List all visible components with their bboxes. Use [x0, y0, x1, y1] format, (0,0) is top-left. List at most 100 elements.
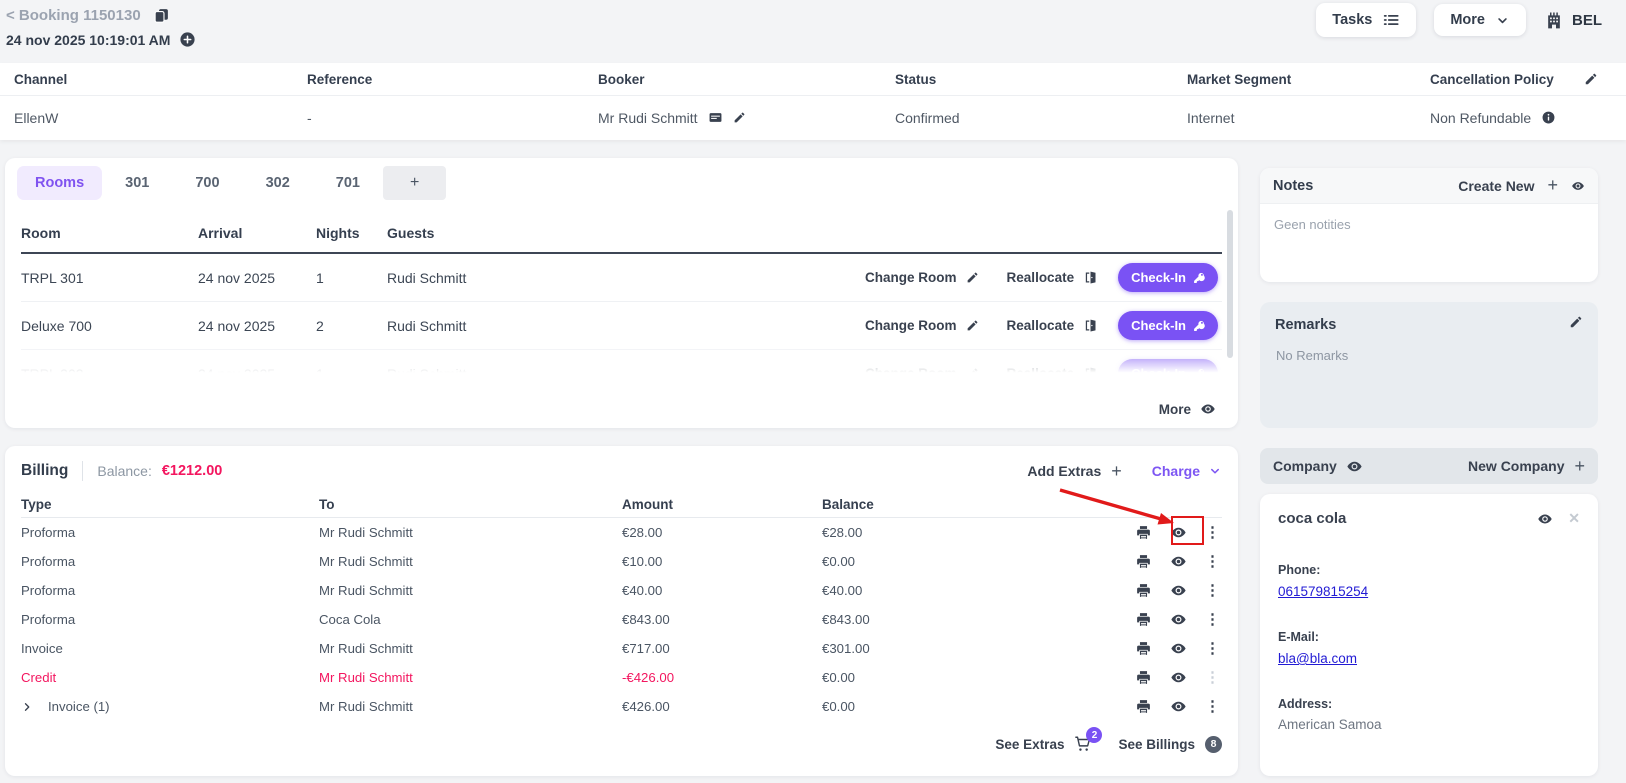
printer-icon[interactable] [1135, 640, 1152, 657]
printer-icon[interactable] [1135, 524, 1152, 541]
billing-to: Mr Rudi Schmitt [319, 525, 413, 540]
eye-icon[interactable] [1170, 611, 1187, 628]
kebab-icon[interactable]: ⋮ [1205, 699, 1220, 714]
see-extras-button[interactable]: See Extras 2 [995, 727, 1103, 753]
copy-icon[interactable] [153, 7, 170, 24]
eye-icon[interactable] [1170, 582, 1187, 599]
kebab-icon[interactable]: ⋮ [1205, 641, 1220, 656]
see-billings-button[interactable]: See Billings 8 [1118, 735, 1222, 753]
change-room-button[interactable]: Change Room [865, 366, 979, 378]
property-selector[interactable]: BEL [1544, 10, 1602, 30]
billing-balance: €0.00 [822, 670, 856, 685]
add-room-tab[interactable]: + [382, 166, 447, 200]
col-label-reference: Reference [307, 71, 373, 87]
change-room-label: Change Room [865, 318, 957, 333]
reallocate-button[interactable]: Reallocate [1007, 270, 1099, 285]
door-icon [1085, 271, 1096, 284]
rooms-header-guests: Guests [387, 225, 435, 241]
rooms-scrollbar[interactable] [1227, 210, 1233, 358]
eye-icon[interactable] [1170, 553, 1187, 570]
printer-icon[interactable] [1135, 611, 1152, 628]
eye-icon[interactable] [1537, 511, 1553, 527]
rooms-tabs: Rooms 301 700 302 701 + [5, 158, 1238, 200]
check-in-button[interactable]: Check-In [1118, 263, 1218, 292]
printer-icon[interactable] [1135, 698, 1152, 715]
eye-icon [1201, 404, 1215, 414]
charge-dropdown[interactable]: Charge [1152, 463, 1222, 479]
col-label-cancellation-policy: Cancellation Policy [1430, 71, 1554, 87]
card-icon[interactable] [708, 110, 723, 125]
billing-row: Proforma Mr Rudi Schmitt €10.00 €0.00 ⋮ [21, 547, 1222, 576]
key-icon [1194, 368, 1205, 378]
eye-icon[interactable] [1170, 669, 1187, 686]
printer-icon[interactable] [1135, 553, 1152, 570]
add-extras-button[interactable]: Add Extras + [1027, 461, 1121, 482]
billing-row: Proforma Coca Cola €843.00 €843.00 ⋮ [21, 605, 1222, 634]
see-billings-label: See Billings [1118, 736, 1195, 752]
reallocate-button[interactable]: Reallocate [1007, 366, 1099, 378]
change-room-label: Change Room [865, 366, 957, 378]
back-breadcrumb[interactable]: < Booking 1150130 [6, 7, 141, 24]
tab-room-701[interactable]: 701 [313, 166, 383, 200]
company-name: coca cola [1278, 510, 1347, 527]
tab-room-302[interactable]: 302 [243, 166, 313, 200]
room-name: TRPL 301 [21, 269, 84, 286]
billing-balance: €0.00 [822, 554, 856, 569]
check-in-button[interactable]: Check-In [1118, 311, 1218, 340]
change-room-button[interactable]: Change Room [865, 270, 979, 285]
plus-circle-icon[interactable] [179, 31, 196, 48]
reallocate-label: Reallocate [1006, 318, 1075, 333]
email-link[interactable]: bla@bla.com [1278, 651, 1357, 666]
kebab-icon[interactable]: ⋮ [1205, 612, 1220, 627]
kebab-icon[interactable]: ⋮ [1205, 554, 1220, 569]
pencil-icon [967, 368, 977, 378]
billing-balance: €28.00 [822, 525, 863, 540]
phone-link[interactable]: 061579815254 [1278, 584, 1368, 599]
billing-header-amount: Amount [622, 497, 673, 512]
check-in-button[interactable]: Check-In [1118, 359, 1218, 378]
eye-icon[interactable] [1571, 179, 1585, 193]
eye-icon[interactable] [1170, 698, 1187, 715]
booking-info-strip: Channel Reference Booker Status Market S… [0, 63, 1626, 140]
tab-room-700[interactable]: 700 [172, 166, 242, 200]
room-nights: 1 [316, 269, 324, 286]
edit-cancellation-icon[interactable] [1584, 72, 1598, 86]
tab-rooms[interactable]: Rooms [17, 166, 103, 200]
tasks-button[interactable]: Tasks [1316, 3, 1417, 37]
billing-to: Mr Rudi Schmitt [319, 641, 413, 656]
more-button[interactable]: More [1434, 4, 1526, 36]
new-company-button[interactable]: New Company + [1468, 456, 1585, 477]
plus-icon[interactable]: + [1547, 175, 1558, 196]
printer-icon[interactable] [1135, 669, 1152, 686]
change-room-button[interactable]: Change Room [865, 318, 979, 333]
reallocate-label: Reallocate [1006, 270, 1075, 285]
eye-icon[interactable] [1346, 458, 1363, 475]
billing-header-to: To [319, 497, 335, 512]
kebab-icon[interactable]: ⋮ [1205, 583, 1220, 598]
pencil-icon [967, 320, 977, 331]
edit-booker-icon[interactable] [733, 111, 746, 124]
billing-header-balance: Balance [822, 497, 874, 512]
pencil-icon[interactable] [1569, 315, 1583, 329]
rooms-rows-viewport: TRPL 301 24 nov 2025 1 Rudi Schmitt Chan… [21, 254, 1222, 378]
chevron-right-icon[interactable] [21, 701, 33, 713]
billing-row: Proforma Mr Rudi Schmitt €28.00 €28.00 ⋮ [21, 518, 1222, 547]
info-circle-icon[interactable] [1541, 110, 1556, 125]
more-label: More [1450, 12, 1485, 28]
create-note-button[interactable]: Create New [1458, 178, 1534, 194]
tab-room-301[interactable]: 301 [102, 166, 172, 200]
reallocate-button[interactable]: Reallocate [1007, 318, 1099, 333]
billing-to: Mr Rudi Schmitt [319, 583, 413, 598]
billing-balance: €40.00 [822, 583, 863, 598]
col-label-market-segment: Market Segment [1187, 71, 1292, 87]
email-label: E-Mail: [1278, 630, 1319, 644]
printer-icon[interactable] [1135, 582, 1152, 599]
close-icon[interactable]: ✕ [1568, 510, 1580, 527]
eye-icon[interactable] [1170, 640, 1187, 657]
billing-amount: €10.00 [622, 554, 663, 569]
billing-row-credit: Credit Mr Rudi Schmitt -€426.00 €0.00 ⋮ [21, 663, 1222, 692]
kebab-icon[interactable]: ⋮ [1205, 525, 1220, 540]
rooms-more-link[interactable]: More [1159, 401, 1216, 417]
plus-icon: + [1574, 455, 1585, 476]
tasks-label: Tasks [1332, 12, 1373, 28]
